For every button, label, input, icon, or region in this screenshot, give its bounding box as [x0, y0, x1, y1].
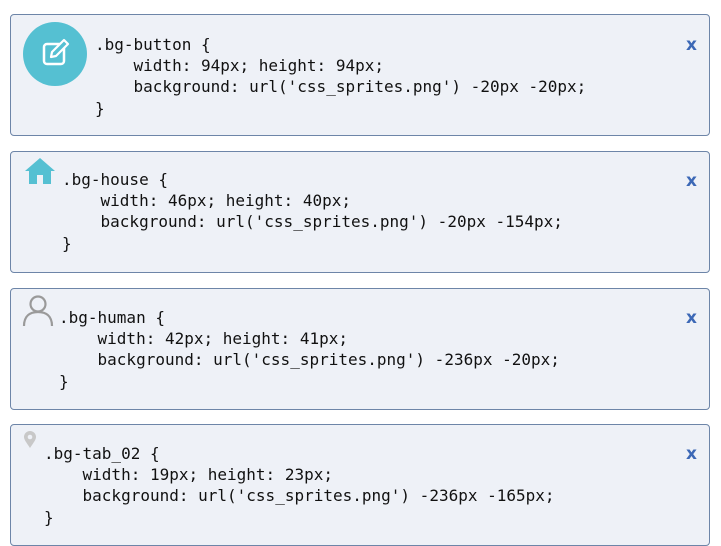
house-icon — [24, 157, 56, 185]
dimensions-line: width: 46px; height: 40px; — [100, 191, 351, 211]
close-button[interactable]: x — [686, 35, 697, 55]
closing-brace: } — [95, 98, 105, 118]
closing-brace: } — [59, 371, 69, 391]
closing-brace: } — [44, 507, 54, 527]
dimensions-line: width: 19px; height: 23px; — [82, 465, 333, 485]
close-button[interactable]: x — [686, 308, 697, 328]
background-line: background: url('css_sprites.png') -236p… — [82, 486, 555, 506]
edit-pencil-icon — [23, 22, 87, 86]
sprite-card-bg-tab-02: .bg-tab_02 { width: 19px; height: 23px; … — [10, 424, 710, 546]
close-button[interactable]: x — [686, 444, 697, 464]
dimensions-line: width: 94px; height: 94px; — [133, 56, 384, 76]
human-icon — [22, 294, 54, 327]
background-line: background: url('css_sprites.png') -20px… — [133, 77, 587, 97]
selector-line: .bg-human { — [59, 308, 165, 327]
selector-line: .bg-house { — [62, 170, 168, 189]
background-line: background: url('css_sprites.png') -236p… — [97, 350, 560, 370]
css-rule-bg-house: .bg-house { width: 46px; height: 40px; b… — [62, 169, 563, 254]
location-pin-icon — [23, 431, 37, 449]
css-rule-bg-human: .bg-human { width: 42px; height: 41px; b… — [59, 307, 560, 392]
sprite-card-bg-button: .bg-button { width: 94px; height: 94px; … — [10, 14, 710, 136]
css-rule-bg-button: .bg-button { width: 94px; height: 94px; … — [95, 34, 586, 119]
sprite-card-bg-human: .bg-human { width: 42px; height: 41px; b… — [10, 288, 710, 410]
selector-line: .bg-button { — [95, 35, 211, 54]
dimensions-line: width: 42px; height: 41px; — [97, 329, 348, 349]
background-line: background: url('css_sprites.png') -20px… — [100, 212, 563, 232]
css-rule-bg-tab-02: .bg-tab_02 { width: 19px; height: 23px; … — [44, 443, 555, 528]
close-button[interactable]: x — [686, 171, 697, 191]
closing-brace: } — [62, 233, 72, 253]
selector-line: .bg-tab_02 { — [44, 444, 160, 463]
sprite-card-bg-house: .bg-house { width: 46px; height: 40px; b… — [10, 151, 710, 273]
